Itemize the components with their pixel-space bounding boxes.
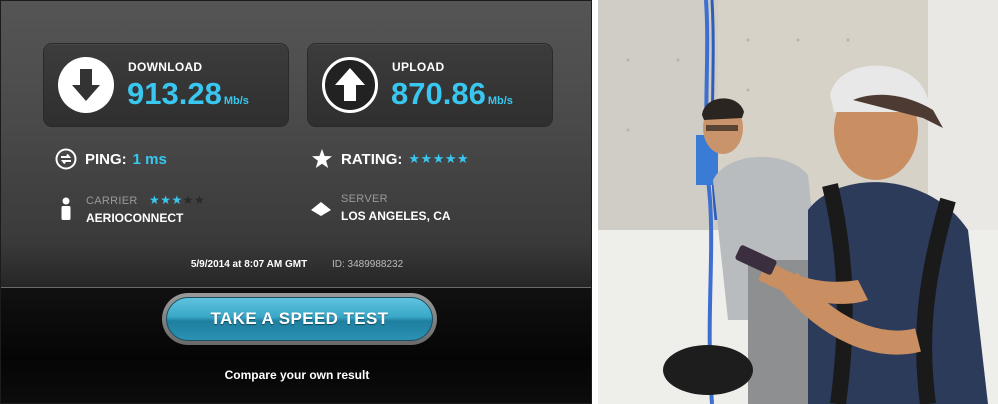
download-label: DOWNLOAD [128,60,203,74]
carrier-name: AERIOCONNECT [86,211,184,225]
carrier-stars: ★★★★★ [149,193,205,207]
ping-value: 1 ms [132,150,167,168]
server-block: SERVER LOS ANGELES, CA [341,193,451,223]
result-footer: 5/9/2014 at 8:07 AM GMT ID: 3489988232 [1,259,591,270]
ping-row: PING: 1 ms [55,148,167,170]
star-icon [311,148,333,170]
ping-icon [55,148,77,170]
arrow-down-icon [58,57,114,113]
result-timestamp: 5/9/2014 at 8:07 AM GMT [190,259,308,270]
upload-label: UPLOAD [392,60,445,74]
download-card: DOWNLOAD 913.28 Mb/s [43,43,289,127]
rating-row: RATING: ★★★★★ [311,148,469,170]
upload-card: UPLOAD 870.86 Mb/s [307,43,553,127]
technicians-photo [598,0,998,404]
carrier-stars-empty: ★★ [182,193,206,207]
speed-test-button-frame: TAKE A SPEED TEST [162,293,437,345]
rating-label: RATING: [341,150,403,168]
arrow-up-icon [322,57,378,113]
carrier-label: CARRIER [86,195,138,207]
download-unit: Mb/s [223,95,249,107]
compare-result-link[interactable]: Compare your own result [1,368,591,382]
person-icon [59,197,73,221]
ping-label: PING: [85,150,127,168]
upload-unit: Mb/s [487,95,513,107]
rating-stars: ★★★★★ [408,151,470,166]
download-value: 913.28 Mb/s [127,76,249,111]
speed-test-result-panel: DOWNLOAD 913.28 Mb/s UPLOAD 870.86 Mb/s PI… [0,0,592,404]
upload-value: 870.86 Mb/s [391,76,513,111]
result-id: ID: 3489988232 [331,259,404,270]
carrier-block: CARRIER ★★★★★ AERIOCONNECT [86,193,205,225]
photo-illustration [598,0,998,404]
carrier-header: CARRIER ★★★★★ [86,193,205,207]
server-icon [310,201,332,217]
take-speed-test-button[interactable]: TAKE A SPEED TEST [166,297,433,341]
carrier-stars-filled: ★★★ [148,193,183,207]
server-label: SERVER [341,193,388,205]
server-location: LOS ANGELES, CA [341,209,451,223]
